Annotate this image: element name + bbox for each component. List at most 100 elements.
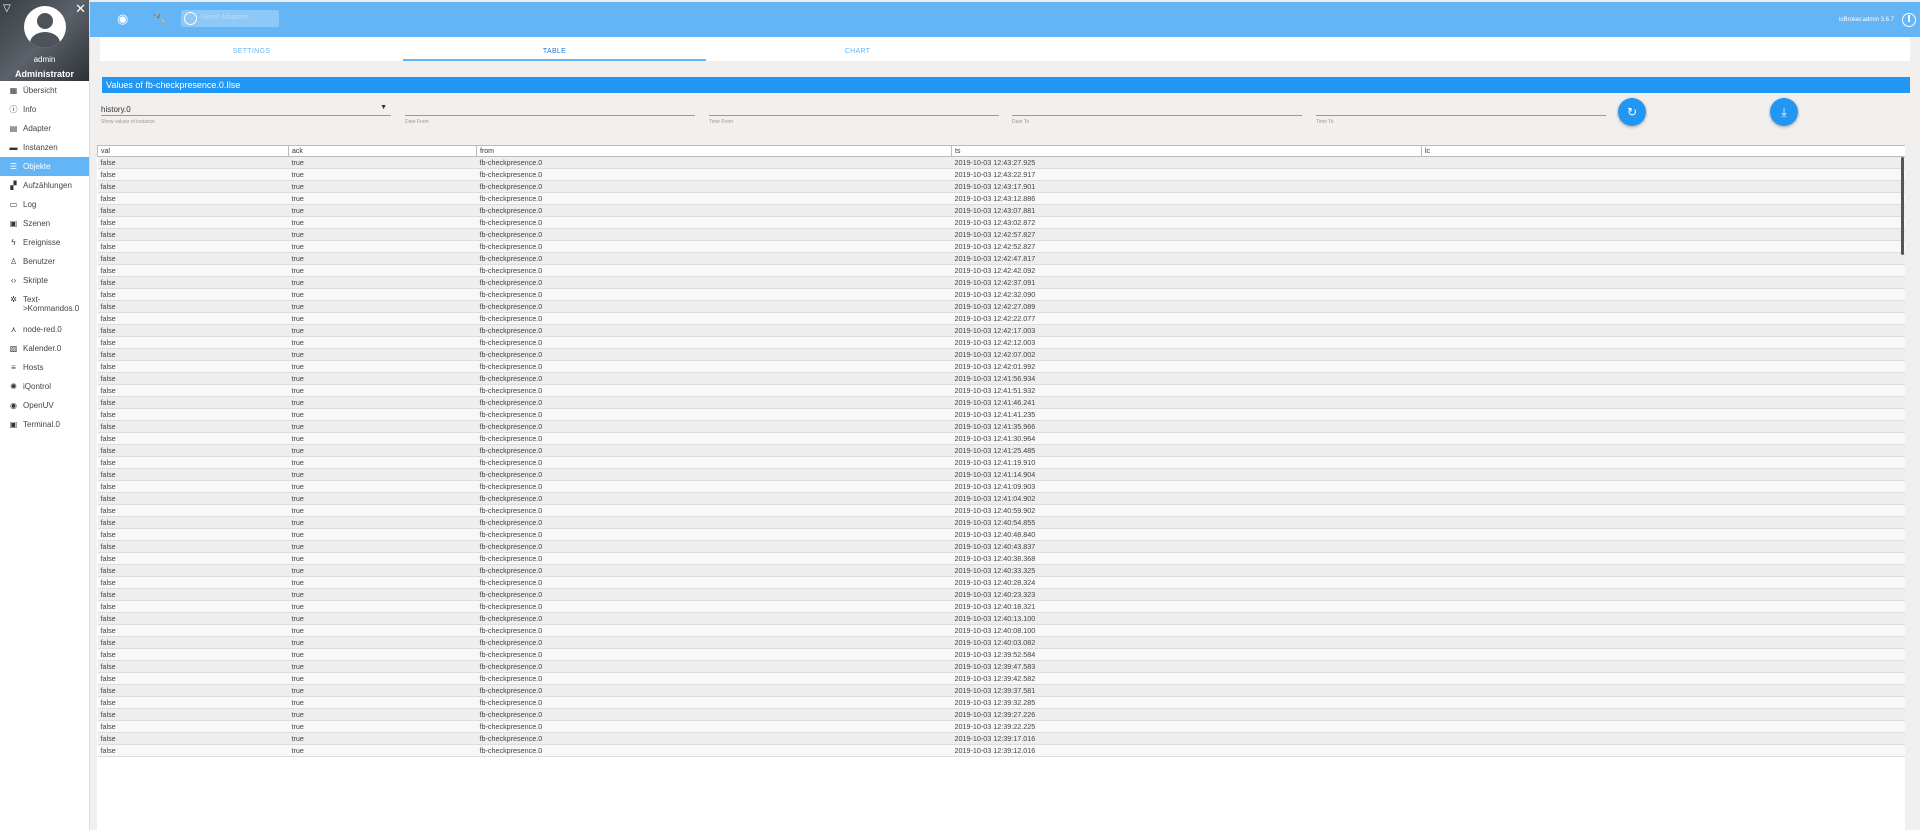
sidebar-item-openuv[interactable]: ◉ OpenUV <box>0 396 89 415</box>
power-icon[interactable] <box>1902 13 1916 27</box>
sidebar-item-terminal-0[interactable]: ▣ Terminal.0 <box>0 415 89 434</box>
table-row[interactable]: false true fb-checkpresence.0 2019-10-03 12… <box>97 540 1905 553</box>
refresh-button[interactable]: ↻ <box>1618 98 1646 126</box>
sidebar-item-skripte[interactable]: ‹› Skripte <box>0 271 89 290</box>
sidebar-item-objekte[interactable]: ☰ Objekte <box>0 157 89 176</box>
table-row[interactable]: false true fb-checkpresence.0 2019-10-03 12… <box>97 672 1905 685</box>
table-row[interactable]: false true fb-checkpresence.0 2019-10-03 12… <box>97 228 1905 241</box>
table-row[interactable]: false true fb-checkpresence.0 2019-10-03 12… <box>97 444 1905 457</box>
date-from-field[interactable]: Date From <box>405 102 695 134</box>
table-row[interactable]: false true fb-checkpresence.0 2019-10-03 12… <box>97 336 1905 349</box>
column-header-from[interactable]: from <box>476 145 952 157</box>
table-row[interactable]: false true fb-checkpresence.0 2019-10-03 12… <box>97 552 1905 565</box>
cell-from: fb-checkpresence.0 <box>476 204 952 217</box>
tab-chart[interactable]: CHART <box>706 37 1009 61</box>
cell-from: fb-checkpresence.0 <box>476 180 952 193</box>
table-row[interactable]: false true fb-checkpresence.0 2019-10-03 12… <box>97 360 1905 373</box>
cell-ts: 2019-10-03 12:41:46.241 <box>951 396 1422 409</box>
table-row[interactable]: false true fb-checkpresence.0 2019-10-03 12… <box>97 492 1905 505</box>
sidebar-item-iqontrol[interactable]: ✺ iQontrol <box>0 377 89 396</box>
column-header-ack[interactable]: ack <box>288 145 477 157</box>
table-row[interactable]: false true fb-checkpresence.0 2019-10-03 12… <box>97 192 1905 205</box>
table-row[interactable]: false true fb-checkpresence.0 2019-10-03 12… <box>97 252 1905 265</box>
close-icon[interactable]: ✕ <box>75 1 86 17</box>
table-row[interactable]: false true fb-checkpresence.0 2019-10-03 12… <box>97 708 1905 721</box>
table-row[interactable]: false true fb-checkpresence.0 2019-10-03 12… <box>97 720 1905 733</box>
table-row[interactable]: false true fb-checkpresence.0 2019-10-03 12… <box>97 744 1905 757</box>
date-to-field[interactable]: Date To <box>1012 102 1302 134</box>
table-row[interactable]: false true fb-checkpresence.0 2019-10-03 12… <box>97 396 1905 409</box>
table-row[interactable]: false true fb-checkpresence.0 2019-10-03 12… <box>97 264 1905 277</box>
table-row[interactable]: false true fb-checkpresence.0 2019-10-03 12… <box>97 384 1905 397</box>
table-row[interactable]: false true fb-checkpresence.0 2019-10-03 12… <box>97 564 1905 577</box>
eye-icon[interactable]: ◉ <box>117 11 128 27</box>
sidebar-item-text-kommandos-0[interactable]: ✲ Text->Kommandos.0 <box>0 290 89 320</box>
table-row[interactable]: false true fb-checkpresence.0 2019-10-03 12… <box>97 348 1905 361</box>
table-row[interactable]: false true fb-checkpresence.0 2019-10-03 12… <box>97 732 1905 745</box>
table-row[interactable]: false true fb-checkpresence.0 2019-10-03 12… <box>97 612 1905 625</box>
table-row[interactable]: false true fb-checkpresence.0 2019-10-03 12… <box>97 456 1905 469</box>
sidebar-item-node-red-0[interactable]: ⋏ node-red.0 <box>0 320 89 339</box>
time-to-field[interactable]: Time To <box>1316 102 1606 134</box>
sidebar-item-info[interactable]: ⓘ Info <box>0 100 89 119</box>
time-from-field[interactable]: Time From <box>709 102 999 134</box>
cell-val: false <box>97 396 289 409</box>
iobroker-logo-icon[interactable]: ▽ <box>3 3 11 14</box>
table-row[interactable]: false true fb-checkpresence.0 2019-10-03 12… <box>97 660 1905 673</box>
tab-table[interactable]: TABLE <box>403 37 706 61</box>
instance-select[interactable]: history.0 ▼ Show values of instance <box>101 102 391 134</box>
cell-lc <box>1421 360 1905 373</box>
table-row[interactable]: false true fb-checkpresence.0 2019-10-03 12… <box>97 204 1905 217</box>
cell-from: fb-checkpresence.0 <box>476 732 952 745</box>
search-input[interactable]: Reset Adapters <box>181 10 279 27</box>
table-row[interactable]: false true fb-checkpresence.0 2019-10-03 12… <box>97 180 1905 193</box>
tab-settings[interactable]: SETTINGS <box>100 37 403 61</box>
wrench-icon[interactable]: 🔧 <box>152 11 168 27</box>
table-row[interactable]: false true fb-checkpresence.0 2019-10-03 12… <box>97 240 1905 253</box>
sidebar-item-ereignisse[interactable]: ϟ Ereignisse <box>0 233 89 252</box>
table-row[interactable]: false true fb-checkpresence.0 2019-10-03 12… <box>97 600 1905 613</box>
table-row[interactable]: false true fb-checkpresence.0 2019-10-03 12… <box>97 432 1905 445</box>
sidebar-item-aufzählungen[interactable]: ▞ Aufzählungen <box>0 176 89 195</box>
sidebar-item-hosts[interactable]: ≡ Hosts <box>0 358 89 377</box>
table-row[interactable]: false true fb-checkpresence.0 2019-10-03 12… <box>97 696 1905 709</box>
table-row[interactable]: false true fb-checkpresence.0 2019-10-03 12… <box>97 324 1905 337</box>
column-header-ts[interactable]: ts <box>951 145 1422 157</box>
cell-ts: 2019-10-03 12:41:35.966 <box>951 420 1422 433</box>
table-row[interactable]: false true fb-checkpresence.0 2019-10-03 12… <box>97 216 1905 229</box>
table-row[interactable]: false true fb-checkpresence.0 2019-10-03 12… <box>97 300 1905 313</box>
sidebar-item-instanzen[interactable]: ▬ Instanzen <box>0 138 89 157</box>
table-row[interactable]: false true fb-checkpresence.0 2019-10-03 12… <box>97 588 1905 601</box>
table-row[interactable]: false true fb-checkpresence.0 2019-10-03 12… <box>97 468 1905 481</box>
table-row[interactable]: false true fb-checkpresence.0 2019-10-03 12… <box>97 504 1905 517</box>
table-row[interactable]: false true fb-checkpresence.0 2019-10-03 12… <box>97 372 1905 385</box>
sidebar-item-szenen[interactable]: ▣ Szenen <box>0 214 89 233</box>
sidebar-item-kalender-0[interactable]: ▨ Kalender.0 <box>0 339 89 358</box>
sidebar-item-benutzer[interactable]: ♙ Benutzer <box>0 252 89 271</box>
table-row[interactable]: false true fb-checkpresence.0 2019-10-03 12… <box>97 288 1905 301</box>
table-row[interactable]: false true fb-checkpresence.0 2019-10-03 12… <box>97 168 1905 181</box>
table-row[interactable]: false true fb-checkpresence.0 2019-10-03 12… <box>97 528 1905 541</box>
download-button[interactable]: ⤓ <box>1770 98 1798 126</box>
table-row[interactable]: false true fb-checkpresence.0 2019-10-03 12… <box>97 684 1905 697</box>
table-row[interactable]: false true fb-checkpresence.0 2019-10-03 12… <box>97 276 1905 289</box>
table-row[interactable]: false true fb-checkpresence.0 2019-10-03 12… <box>97 420 1905 433</box>
table-row[interactable]: false true fb-checkpresence.0 2019-10-03 12… <box>97 576 1905 589</box>
table-row[interactable]: false true fb-checkpresence.0 2019-10-03 12… <box>97 480 1905 493</box>
table-row[interactable]: false true fb-checkpresence.0 2019-10-03 12… <box>97 636 1905 649</box>
table-row[interactable]: false true fb-checkpresence.0 2019-10-03 12… <box>97 156 1905 169</box>
sidebar-item-übersicht[interactable]: ▦ Übersicht <box>0 81 89 100</box>
table-row[interactable]: false true fb-checkpresence.0 2019-10-03 12… <box>97 312 1905 325</box>
column-header-val[interactable]: val <box>97 145 289 157</box>
cell-lc <box>1421 420 1905 433</box>
table-scrollbar[interactable] <box>1901 157 1904 255</box>
table-row[interactable]: false true fb-checkpresence.0 2019-10-03 12… <box>97 408 1905 421</box>
cell-lc <box>1421 336 1905 349</box>
column-header-lc[interactable]: lc <box>1421 145 1905 157</box>
table-row[interactable]: false true fb-checkpresence.0 2019-10-03 12… <box>97 516 1905 529</box>
table-row[interactable]: false true fb-checkpresence.0 2019-10-03 12… <box>97 624 1905 637</box>
table-row[interactable]: false true fb-checkpresence.0 2019-10-03 12… <box>97 648 1905 661</box>
cell-lc <box>1421 504 1905 517</box>
sidebar-item-log[interactable]: ▭ Log <box>0 195 89 214</box>
sidebar-item-adapter[interactable]: ▤ Adapter <box>0 119 89 138</box>
